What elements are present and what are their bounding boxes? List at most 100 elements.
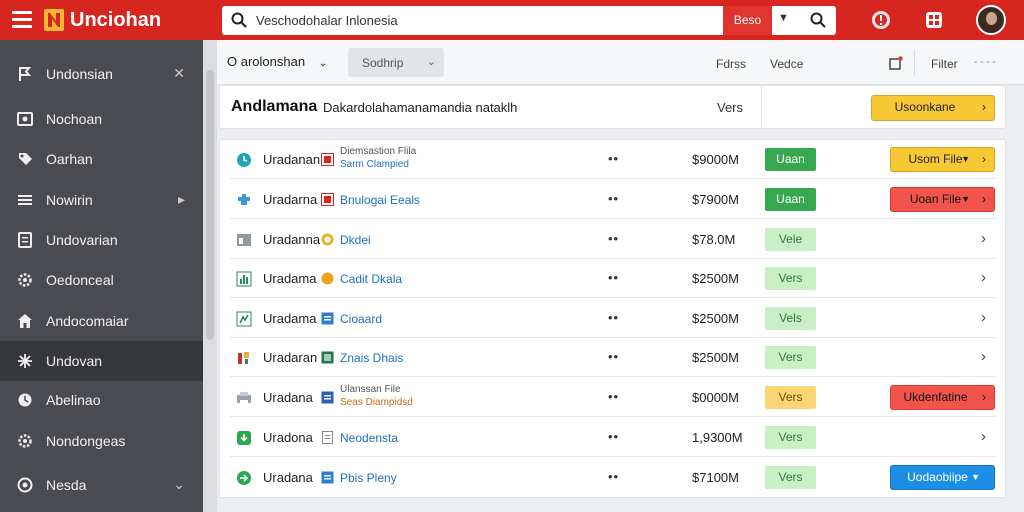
table-row[interactable]: Uradana Pbis Pleny •• $7100M Vers Uodaob…	[230, 458, 995, 497]
table-row[interactable]: Uradama Cioaard •• $2500M Vels ›	[230, 299, 995, 338]
row-name: Uradama	[263, 311, 317, 326]
row-price: $7100M	[692, 470, 739, 485]
search-button[interactable]: Beso	[723, 6, 772, 35]
row-file-name[interactable]: Bnulogai Eeals	[340, 193, 420, 207]
row-price: $7900M	[692, 192, 739, 207]
sidebar-item-10[interactable]: Nesda ⌄	[0, 465, 203, 505]
sidebar-item-label: Nesda	[46, 477, 87, 493]
chevron-down-icon: ⌄	[426, 56, 436, 68]
file-icon	[322, 431, 333, 444]
export-icon[interactable]	[889, 56, 903, 70]
row-file-name[interactable]: Dkdei	[340, 233, 371, 247]
row-price: $2500M	[692, 311, 739, 326]
header-action-label: Usoonkane	[894, 100, 956, 114]
scrollbar-thumb[interactable]	[206, 70, 214, 340]
chevron-right-icon[interactable]: ›	[981, 230, 986, 247]
apps-icon[interactable]	[923, 9, 945, 31]
row-price: $78.0M	[692, 232, 736, 247]
arrows-icon	[18, 354, 32, 368]
sidebar-item-9[interactable]: Nondongeas	[0, 421, 203, 461]
row-file-detail: Sarm Clampied	[340, 159, 409, 170]
row-file-name[interactable]: Znais Dhais	[340, 351, 403, 365]
filter-button[interactable]: Filter	[931, 57, 958, 71]
chevron-down-icon[interactable]: ▼	[778, 12, 789, 24]
more-dots-icon[interactable]: ••	[608, 231, 619, 246]
chevron-right-icon[interactable]: ›	[981, 428, 986, 445]
table-row[interactable]: Uradanan Diemsastion Flila Sarm Clampied…	[230, 140, 995, 179]
row-action-button[interactable]: Uodaobiipe ▼	[890, 465, 995, 490]
close-icon[interactable]: ✕	[173, 65, 185, 82]
sidebar-item-label: Nochoan	[46, 111, 103, 127]
sidebar-item-label: Undovarian	[46, 232, 118, 248]
sidebar-item-5[interactable]: Oedonceal	[0, 260, 203, 300]
more-dots-icon[interactable]: ••	[608, 389, 619, 404]
toolbar-link-2[interactable]: Vedce	[770, 57, 803, 71]
sidebar-scrollbar[interactable]	[203, 40, 217, 512]
account-select[interactable]: O arolonshan ⌄	[227, 54, 327, 69]
chevron-right-icon[interactable]: ›	[981, 269, 986, 286]
more-dots-icon[interactable]: ••	[608, 429, 619, 444]
sidebar-item-label: Oedonceal	[46, 272, 114, 288]
search-input[interactable]: Veschodohalar Inlonesia	[256, 13, 398, 28]
status-badge: Vers	[765, 267, 816, 290]
row-name: Uradona	[263, 430, 313, 445]
avatar[interactable]	[976, 5, 1006, 35]
sidebar-item-6[interactable]: Andocomaiar	[0, 301, 203, 341]
sidebar-item-0[interactable]: Undonsian ✕	[0, 54, 203, 94]
sidebar-item-1[interactable]: Nochoan	[0, 99, 203, 139]
row-action-button[interactable]: Uoan File ▼ ›	[890, 187, 995, 212]
status-badge: Uaan	[765, 148, 816, 171]
more-dots-icon[interactable]: ••	[608, 191, 619, 206]
chevron-right-icon[interactable]: ›	[981, 309, 986, 326]
more-dots-icon[interactable]: ••	[608, 469, 619, 484]
toolbar-link-1[interactable]: Fdrss	[716, 57, 746, 71]
sidebar-item-8[interactable]: Abelinao	[0, 380, 203, 420]
status-badge: Vels	[765, 307, 816, 330]
table-row[interactable]: Uradana Ulanssan File Seas Diampidsd •• …	[230, 378, 995, 417]
search-box[interactable]: Veschodohalar Inlonesia Beso ▼	[222, 6, 836, 35]
sidebar-item-3[interactable]: Nowirin ▸	[0, 180, 203, 220]
row-file-name[interactable]: Cioaard	[340, 312, 382, 326]
more-dots-icon[interactable]: ••	[608, 310, 619, 325]
search-submit-icon[interactable]	[810, 12, 826, 28]
settings-icon	[18, 434, 32, 448]
table-icon	[237, 234, 251, 246]
sort-select-label: Sodhrip	[362, 56, 404, 70]
sidebar-item-7[interactable]: Undovan	[0, 341, 203, 381]
chevron-right-icon[interactable]: ▸	[178, 191, 185, 208]
puzzle-icon	[238, 194, 250, 205]
account-select-label: O arolonshan	[227, 54, 306, 69]
more-dots-icon[interactable]: ••	[608, 349, 619, 364]
sidebar-item-2[interactable]: Oarhan	[0, 139, 203, 179]
chevron-right-icon[interactable]: ›	[981, 348, 986, 365]
sidebar-item-4[interactable]: Undovarian	[0, 220, 203, 260]
chevron-right-icon: ›	[982, 152, 986, 166]
row-file-name[interactable]: Pbis Pleny	[340, 471, 397, 485]
table-row[interactable]: Uradarna Bnulogai Eeals •• $7900M Uaan U…	[230, 180, 995, 219]
hamburger-menu-icon[interactable]	[12, 11, 32, 29]
more-dots-icon[interactable]: ••	[608, 151, 619, 166]
sidebar-item-label: Nondongeas	[46, 433, 126, 449]
chevron-right-icon: ›	[982, 390, 986, 404]
more-options[interactable]: - - - -	[974, 57, 996, 68]
row-file-name[interactable]: Neodensta	[340, 431, 398, 445]
sheet-icon	[236, 311, 252, 327]
row-file-name[interactable]: Cadit Dkala	[340, 272, 402, 286]
status-badge: Vers	[765, 426, 816, 449]
more-dots-icon[interactable]: ••	[608, 270, 619, 285]
table-row[interactable]: Uradanna Dkdei •• $78.0M Vele ›	[230, 220, 995, 259]
row-file-detail: Seas Diampidsd	[340, 397, 413, 408]
row-file-name[interactable]: Diemsastion Flila	[340, 146, 416, 157]
row-action-button[interactable]: Usom File ▼ ›	[890, 147, 995, 172]
table-row[interactable]: Uradona Neodensta •• 1,9300M Vers ›	[230, 418, 995, 457]
header-action-button[interactable]: Usoonkane ›	[871, 95, 995, 121]
notification-icon[interactable]	[870, 9, 892, 31]
table-row[interactable]: Uradaran Znais Dhais •• $2500M Vers ›	[230, 338, 995, 377]
sort-select[interactable]: Sodhrip ⌄	[348, 48, 444, 77]
row-file-name[interactable]: Ulanssan File	[340, 384, 401, 395]
top-bar: Unciohan Veschodohalar Inlonesia Beso ▼	[0, 0, 1024, 40]
chevron-down-icon[interactable]: ⌄	[173, 476, 185, 493]
table-row[interactable]: Uradama Cadit Dkala •• $2500M Vers ›	[230, 259, 995, 298]
row-action-button[interactable]: Ukdenfatine ›	[890, 385, 995, 410]
page-title: Andlamana	[231, 98, 318, 115]
